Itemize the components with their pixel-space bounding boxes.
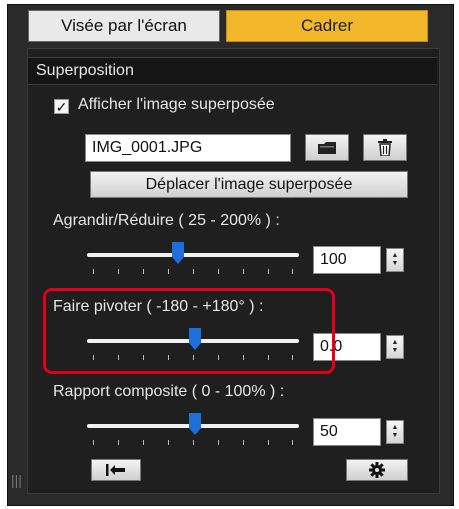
resize-slider-thumb[interactable] [172,242,184,264]
resize-slider-track[interactable] [87,253,299,257]
folder-icon [318,141,336,154]
section-title: Superposition [36,62,134,79]
checkbox-check-icon: ✓ [55,98,68,115]
resize-grip-icon[interactable]: ||| [11,472,22,488]
tab-screen-view[interactable]: Visée par l'écran [28,10,220,42]
spinner-down-icon[interactable]: ▼ [392,432,399,440]
rotate-spinner[interactable]: ▲ ▼ [386,335,404,359]
overlay-filename-field[interactable]: IMG_0001.JPG [85,134,291,162]
delete-button[interactable] [363,134,407,161]
gear-icon [369,462,385,478]
show-overlay-label: Afficher l'image superposée [78,96,275,113]
reset-arrow-icon [106,464,125,476]
reset-button[interactable] [91,459,141,481]
spinner-up-icon[interactable]: ▲ [392,339,399,347]
spinner-up-icon[interactable]: ▲ [392,252,399,260]
composite-slider-ticks [93,440,293,446]
show-overlay-checkbox[interactable]: ✓ [54,99,69,114]
trash-icon [378,139,392,156]
composite-spinner[interactable]: ▲ ▼ [386,420,404,444]
tab-frame[interactable]: Cadrer [226,10,428,42]
resize-slider-ticks [93,269,293,275]
spinner-down-icon[interactable]: ▼ [392,347,399,355]
highlight-annotation [43,288,335,374]
resize-value-input[interactable]: 100 [313,246,381,274]
resize-spinner[interactable]: ▲ ▼ [386,248,404,272]
section-header: Superposition [28,57,437,85]
composite-slider-thumb[interactable] [189,413,201,435]
composite-label: Rapport composite ( 0 - 100% ) : [53,383,285,400]
move-overlay-button[interactable]: Déplacer l'image superposée [90,171,408,198]
resize-label: Agrandir/Réduire ( 25 - 200% ) : [53,212,280,229]
browse-folder-button[interactable] [305,134,349,161]
composite-value-input[interactable]: 50 [313,418,381,446]
settings-button[interactable] [346,459,408,481]
spinner-up-icon[interactable]: ▲ [392,424,399,432]
spinner-down-icon[interactable]: ▼ [392,260,399,268]
